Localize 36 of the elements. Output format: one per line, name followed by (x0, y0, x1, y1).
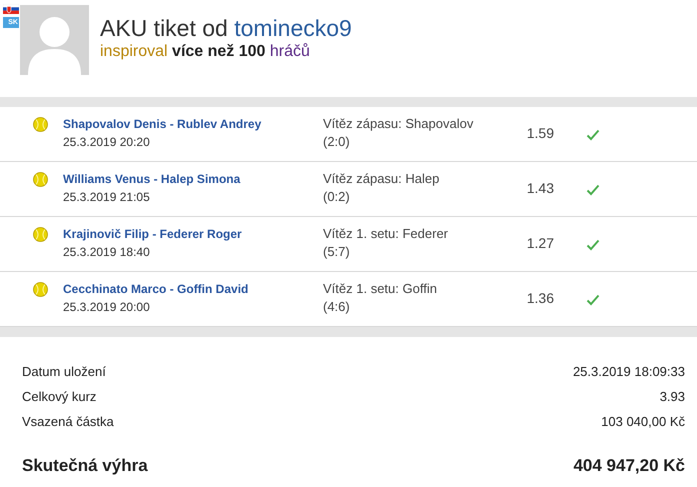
bet-odds: 1.36 (526, 290, 554, 306)
summary-value: 103 040,00 Kč (601, 414, 685, 429)
inspired-text: inspiroval více než 100 hráčů (100, 43, 311, 61)
match-score: (5:7) (323, 243, 351, 261)
summary-label: Datum uložení (22, 364, 106, 379)
match-date: 25.3.2019 18:40 (63, 244, 151, 261)
bet-pick: Vítěz 1. setu: Federer (323, 225, 450, 243)
ticket-title: AKU tiket od tominecko9 (100, 15, 352, 42)
user-link[interactable]: tominecko9 (234, 15, 352, 41)
flag-icon (3, 4, 19, 14)
total-label: Skutečná výhra (22, 456, 148, 476)
tennis-ball-icon (33, 227, 48, 242)
match-date: 25.3.2019 21:05 (63, 189, 151, 206)
bet-pick: Vítěz zápasu: Halep (323, 170, 440, 188)
summary-value: 25.3.2019 18:09:33 (572, 364, 685, 379)
total-value: 404 947,20 Kč (573, 456, 685, 476)
match-link[interactable]: Williams Venus - Halep Simona (63, 170, 323, 188)
bet-pick: Vítěz zápasu: Shapovalov (323, 115, 474, 133)
summary-label: Vsazená částka (22, 414, 114, 429)
bet-odds: 1.43 (526, 180, 554, 196)
match-score: (0:2) (323, 188, 351, 206)
match-link[interactable]: Shapovalov Denis - Rublev Andrey (63, 115, 323, 133)
bet-odds: 1.59 (526, 125, 554, 141)
tennis-ball-icon (33, 282, 48, 297)
match-score: (4:6) (323, 298, 351, 316)
match-date: 25.3.2019 20:00 (63, 299, 151, 316)
tennis-ball-icon (33, 172, 48, 187)
bet-odds: 1.27 (526, 235, 554, 251)
match-link[interactable]: Krajinovič Filip - Federer Roger (63, 225, 323, 243)
match-date: 25.3.2019 20:20 (63, 134, 151, 151)
match-score: (2:0) (323, 133, 351, 151)
summary-label: Celkový kurz (22, 389, 96, 404)
bet-pick: Vítěz 1. setu: Goffin (323, 280, 438, 298)
summary-value: 3.93 (660, 389, 685, 404)
match-link[interactable]: Cecchinato Marco - Goffin David (63, 280, 323, 298)
tennis-ball-icon (33, 117, 48, 132)
